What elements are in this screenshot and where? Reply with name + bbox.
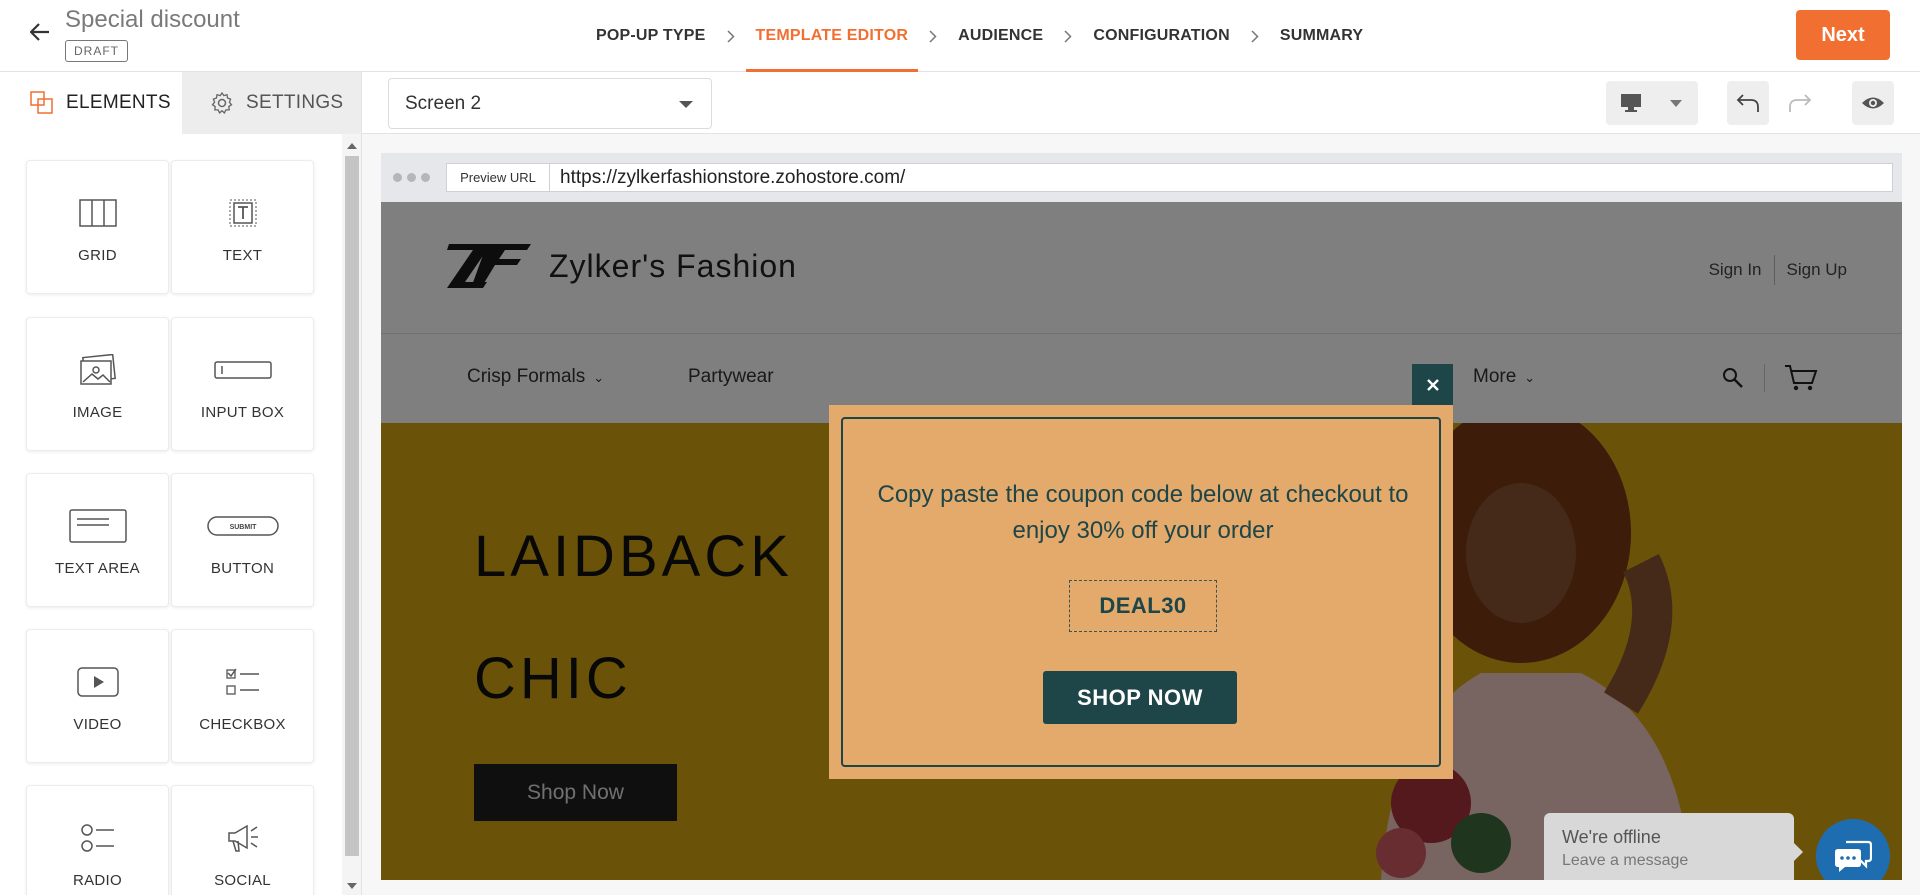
popup-message[interactable]: Copy paste the coupon code below at chec… [863, 477, 1423, 549]
checkbox-icon [225, 668, 259, 695]
left-panel-tabs: ELEMENTS SETTINGS [0, 72, 362, 134]
chevron-down-icon [679, 101, 693, 108]
screen-select-value: Screen 2 [405, 92, 482, 114]
radio-icon [80, 823, 114, 852]
chat-subtitle: Leave a message [1562, 852, 1689, 869]
element-label: RADIO [72, 871, 122, 889]
chevron-down-icon [1670, 100, 1682, 107]
element-label: TEXT AREA [55, 559, 140, 577]
chat-offline-bubble[interactable]: We're offline Leave a message [1544, 813, 1803, 880]
browser-bar: Preview URL https://zylkerfashionstore.z… [381, 153, 1902, 202]
element-label: GRID [78, 246, 117, 264]
close-icon [1426, 378, 1439, 391]
next-button[interactable]: Next [1796, 10, 1890, 60]
scroll-up-icon[interactable] [347, 143, 357, 149]
popup-frame: Copy paste the coupon code below at chec… [841, 417, 1441, 767]
arrow-left-icon [30, 23, 49, 41]
tab-settings-label: SETTINGS [246, 92, 344, 113]
coupon-code[interactable]: DEAL30 [1069, 580, 1217, 632]
redo-icon [1789, 94, 1812, 112]
element-label: TEXT [222, 246, 263, 264]
element-button[interactable]: SUBMIT BUTTON [171, 473, 314, 607]
step-popup-type[interactable]: POP-UP TYPE [586, 0, 716, 72]
title-block: Special discount DRAFT [65, 6, 240, 62]
eye-icon [1862, 97, 1884, 109]
image-icon [79, 353, 116, 385]
preview-url-label: Preview URL [446, 163, 550, 192]
scroll-down-icon[interactable] [347, 883, 357, 889]
window-dots-icon [393, 173, 430, 182]
button-icon: SUBMIT [206, 515, 279, 536]
button-icon-text: SUBMIT [229, 524, 257, 531]
text-area-icon [68, 508, 127, 543]
element-radio[interactable]: RADIO [26, 785, 169, 895]
page-title: Special discount [65, 6, 240, 33]
scroll-thumb[interactable] [345, 156, 359, 856]
status-badge: DRAFT [65, 40, 128, 62]
tab-settings[interactable]: SETTINGS [182, 72, 362, 134]
element-image[interactable]: IMAGE [26, 317, 169, 451]
input-box-icon [213, 360, 272, 379]
chevron-right-icon [1053, 0, 1083, 72]
preview-button[interactable] [1852, 81, 1894, 125]
tab-elements[interactable]: ELEMENTS [0, 72, 182, 134]
element-text[interactable]: TEXT [171, 160, 314, 294]
element-checkbox[interactable]: CHECKBOX [171, 629, 314, 763]
element-label: IMAGE [72, 403, 123, 421]
social-icon [227, 824, 258, 852]
element-grid[interactable]: GRID [26, 160, 169, 294]
chat-icon [1835, 840, 1872, 872]
desktop-icon [1621, 94, 1641, 112]
elements-palette: GRID TEXT IMAGE INPUT BOX TEXT AREA SUBM… [0, 134, 342, 895]
popup-close-button[interactable] [1412, 364, 1453, 405]
grid-icon [78, 198, 117, 227]
chevron-right-icon [1240, 0, 1270, 72]
undo-button[interactable] [1727, 81, 1769, 125]
chevron-right-icon [918, 0, 948, 72]
chat-title: We're offline [1562, 827, 1661, 847]
element-text-area[interactable]: TEXT AREA [26, 473, 169, 607]
element-label: VIDEO [73, 715, 122, 733]
palette-scrollbar[interactable] [342, 134, 362, 895]
device-select[interactable] [1606, 81, 1698, 125]
tab-elements-label: ELEMENTS [66, 92, 171, 113]
undo-icon [1736, 94, 1759, 112]
step-configuration[interactable]: CONFIGURATION [1083, 0, 1240, 72]
video-icon [76, 666, 119, 697]
element-label: INPUT BOX [200, 403, 285, 421]
popup-shop-now-button[interactable]: SHOP NOW [1043, 671, 1237, 724]
step-template-editor[interactable]: TEMPLATE EDITOR [745, 0, 919, 72]
element-video[interactable]: VIDEO [26, 629, 169, 763]
browser-preview: Preview URL https://zylkerfashionstore.z… [381, 153, 1902, 880]
step-summary[interactable]: SUMMARY [1270, 0, 1373, 72]
element-social[interactable]: SOCIAL [171, 785, 314, 895]
back-button[interactable] [24, 16, 56, 48]
popup: Copy paste the coupon code below at chec… [829, 405, 1453, 779]
preview-url-input[interactable]: https://zylkerfashionstore.zohostore.com… [550, 163, 1893, 192]
elements-icon [30, 91, 53, 114]
top-bar: Special discount DRAFT POP-UP TYPE TEMPL… [0, 0, 1920, 72]
step-audience[interactable]: AUDIENCE [948, 0, 1053, 72]
chevron-right-icon [716, 0, 746, 72]
element-label: CHECKBOX [199, 715, 286, 733]
element-input-box[interactable]: INPUT BOX [171, 317, 314, 451]
editor-canvas: Preview URL https://zylkerfashionstore.z… [362, 134, 1920, 895]
screen-select[interactable]: Screen 2 [388, 78, 712, 129]
gear-icon [211, 91, 233, 114]
canvas-toolbar: Screen 2 [362, 72, 1920, 134]
text-icon [229, 199, 256, 226]
element-label: BUTTON [210, 559, 275, 577]
redo-button[interactable] [1779, 81, 1821, 125]
wizard-steps: POP-UP TYPE TEMPLATE EDITOR AUDIENCE CON… [586, 0, 1373, 72]
website-preview: Zylker's Fashion Sign In Sign Up Crisp F… [381, 202, 1902, 880]
element-label: SOCIAL [214, 871, 271, 889]
